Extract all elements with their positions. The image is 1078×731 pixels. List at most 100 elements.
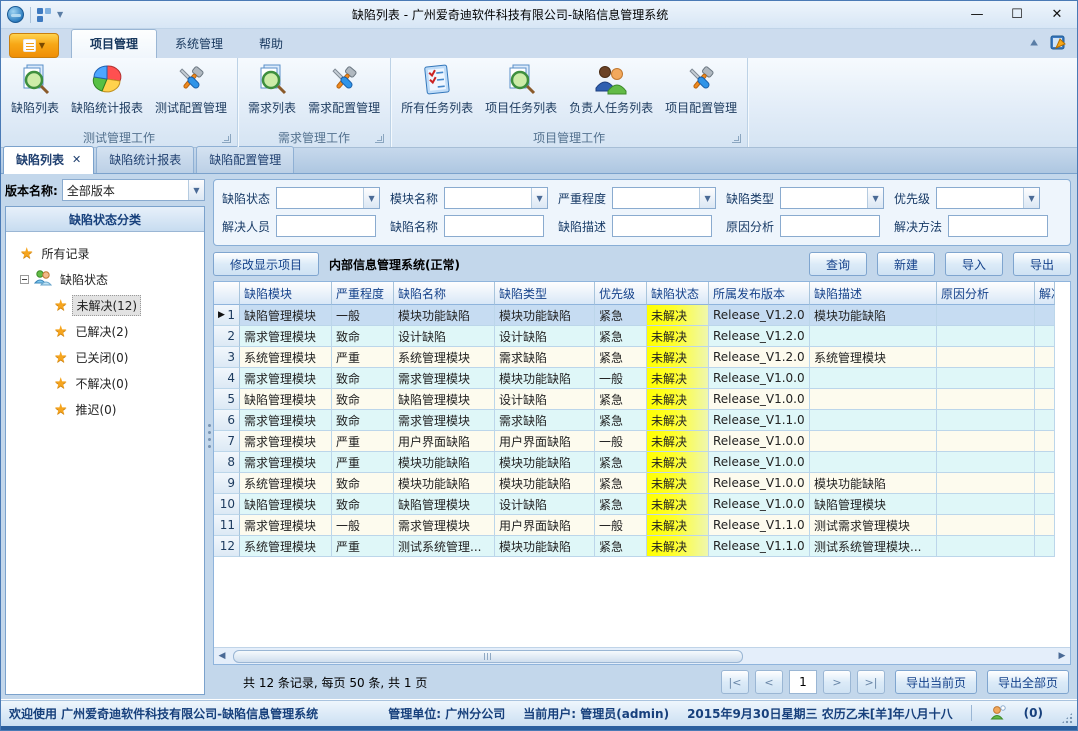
new-button[interactable]: 新建: [877, 252, 935, 276]
grid-cell[interactable]: 致命: [332, 326, 394, 347]
doc-tab-defect-report[interactable]: 缺陷统计报表: [96, 146, 194, 173]
grid-cell[interactable]: 模块功能缺陷: [495, 368, 595, 389]
grid-cell[interactable]: 致命: [332, 410, 394, 431]
grid-cell[interactable]: [810, 326, 937, 347]
resize-grip[interactable]: [1061, 712, 1073, 724]
tree-item[interactable]: ★未解决(12): [20, 292, 202, 318]
grid-cell[interactable]: [1035, 410, 1055, 431]
tree-item[interactable]: ★不解决(0): [20, 370, 202, 396]
column-header[interactable]: 解决方法: [1035, 282, 1055, 305]
grid-cell[interactable]: Release_V1.1.0: [709, 515, 810, 536]
grid-cell[interactable]: 严重: [332, 452, 394, 473]
filter-select[interactable]: ▼: [780, 187, 884, 209]
owner-tasks-button[interactable]: 负责人任务列表: [563, 60, 659, 118]
grid-cell[interactable]: 模块功能缺陷: [810, 305, 937, 326]
filter-select[interactable]: ▼: [612, 187, 716, 209]
grid-cell[interactable]: 紧急: [595, 389, 647, 410]
grid-cell[interactable]: 用户界面缺陷: [394, 431, 495, 452]
filter-select[interactable]: ▼: [276, 187, 380, 209]
row-selector[interactable]: 5: [214, 389, 240, 410]
grid-cell[interactable]: Release_V1.0.0: [709, 389, 810, 410]
tree-item[interactable]: ★所有记录: [20, 240, 202, 266]
grid-cell[interactable]: [1035, 347, 1055, 368]
grid-cell[interactable]: 需求管理模块: [394, 515, 495, 536]
table-row[interactable]: 2需求管理模块致命设计缺陷设计缺陷紧急未解决Release_V1.2.0: [214, 326, 1070, 347]
grid-cell[interactable]: 未解决: [647, 305, 709, 326]
grid-cell[interactable]: [937, 515, 1035, 536]
tree-item[interactable]: ★已解决(2): [20, 318, 202, 344]
scrollbar-thumb[interactable]: [233, 650, 743, 663]
grid-cell[interactable]: 严重: [332, 431, 394, 452]
filter-input[interactable]: [276, 215, 376, 237]
version-select[interactable]: 全部版本 ▼: [62, 179, 205, 201]
export-button[interactable]: 导出: [1013, 252, 1071, 276]
column-header[interactable]: 缺陷描述: [810, 282, 937, 305]
import-button[interactable]: 导入: [945, 252, 1003, 276]
app-menu-button[interactable]: ▼: [9, 33, 59, 58]
grid-cell[interactable]: [810, 410, 937, 431]
grid-cell[interactable]: 缺陷管理模块: [240, 494, 332, 515]
doc-tab-defect-config[interactable]: 缺陷配置管理: [196, 146, 294, 173]
customize-toolbar-icon[interactable]: [37, 8, 51, 22]
ribbon-tab-help[interactable]: 帮助: [241, 30, 301, 58]
row-selector[interactable]: 8: [214, 452, 240, 473]
grid-cell[interactable]: 未解决: [647, 494, 709, 515]
filter-select[interactable]: ▼: [936, 187, 1040, 209]
grid-cell[interactable]: Release_V1.0.0: [709, 452, 810, 473]
about-icon[interactable]: [1050, 34, 1067, 50]
grid-cell[interactable]: 紧急: [595, 347, 647, 368]
filter-input[interactable]: [780, 215, 880, 237]
grid-cell[interactable]: 需求管理模块: [394, 410, 495, 431]
grid-cell[interactable]: 缺陷管理模块: [240, 305, 332, 326]
close-button[interactable]: ✕: [1037, 2, 1077, 28]
table-row[interactable]: 6需求管理模块致命需求管理模块需求缺陷紧急未解决Release_V1.1.0: [214, 410, 1070, 431]
grid-cell[interactable]: 严重: [332, 347, 394, 368]
table-row[interactable]: 9系统管理模块致命模块功能缺陷模块功能缺陷紧急未解决Release_V1.0.0…: [214, 473, 1070, 494]
column-header[interactable]: 缺陷状态: [647, 282, 709, 305]
grid-cell[interactable]: 缺陷管理模块: [394, 494, 495, 515]
grid-cell[interactable]: 系统管理模块: [240, 473, 332, 494]
doc-tab-defect-list[interactable]: 缺陷列表 ✕: [3, 146, 94, 174]
grid-cell[interactable]: 系统管理模块: [810, 347, 937, 368]
grid-cell[interactable]: Release_V1.1.0: [709, 410, 810, 431]
first-page-button[interactable]: |<: [721, 670, 749, 694]
project-tasks-button[interactable]: 项目任务列表: [479, 60, 563, 118]
grid-cell[interactable]: [937, 431, 1035, 452]
grid-cell[interactable]: 需求管理模块: [240, 431, 332, 452]
column-header[interactable]: 原因分析: [937, 282, 1035, 305]
grid-cell[interactable]: [1035, 473, 1055, 494]
grid-cell[interactable]: 一般: [595, 368, 647, 389]
grid-cell[interactable]: [1035, 389, 1055, 410]
grid-cell[interactable]: 紧急: [595, 326, 647, 347]
grid-cell[interactable]: 模块功能缺陷: [495, 473, 595, 494]
grid-cell[interactable]: 设计缺陷: [394, 326, 495, 347]
filter-select[interactable]: ▼: [444, 187, 548, 209]
grid-cell[interactable]: [1035, 515, 1055, 536]
row-selector[interactable]: ▶1: [214, 305, 240, 326]
grid-cell[interactable]: 致命: [332, 494, 394, 515]
filter-input[interactable]: [948, 215, 1048, 237]
column-header[interactable]: 所属发布版本: [709, 282, 810, 305]
grid-cell[interactable]: [937, 494, 1035, 515]
grid-cell[interactable]: [937, 452, 1035, 473]
grid-cell[interactable]: Release_V1.0.0: [709, 473, 810, 494]
grid-cell[interactable]: [1035, 431, 1055, 452]
grid-cell[interactable]: 模块功能缺陷: [394, 452, 495, 473]
grid-cell[interactable]: 一般: [332, 305, 394, 326]
search-button[interactable]: 查询: [809, 252, 867, 276]
grid-cell[interactable]: [1035, 494, 1055, 515]
next-page-button[interactable]: >: [823, 670, 851, 694]
grid-cell[interactable]: [1035, 368, 1055, 389]
row-selector[interactable]: 9: [214, 473, 240, 494]
column-header[interactable]: 缺陷模块: [240, 282, 332, 305]
online-user-icon[interactable]: [990, 705, 1006, 721]
grid-cell[interactable]: 模块功能缺陷: [495, 305, 595, 326]
row-selector[interactable]: 7: [214, 431, 240, 452]
grid-cell[interactable]: [937, 389, 1035, 410]
grid-cell[interactable]: 模块功能缺陷: [394, 305, 495, 326]
grid-cell[interactable]: 紧急: [595, 494, 647, 515]
grid-cell[interactable]: [1035, 326, 1055, 347]
grid-cell[interactable]: [1035, 305, 1055, 326]
ribbon-tab-project[interactable]: 项目管理: [71, 29, 157, 58]
grid-cell[interactable]: [1035, 536, 1055, 557]
